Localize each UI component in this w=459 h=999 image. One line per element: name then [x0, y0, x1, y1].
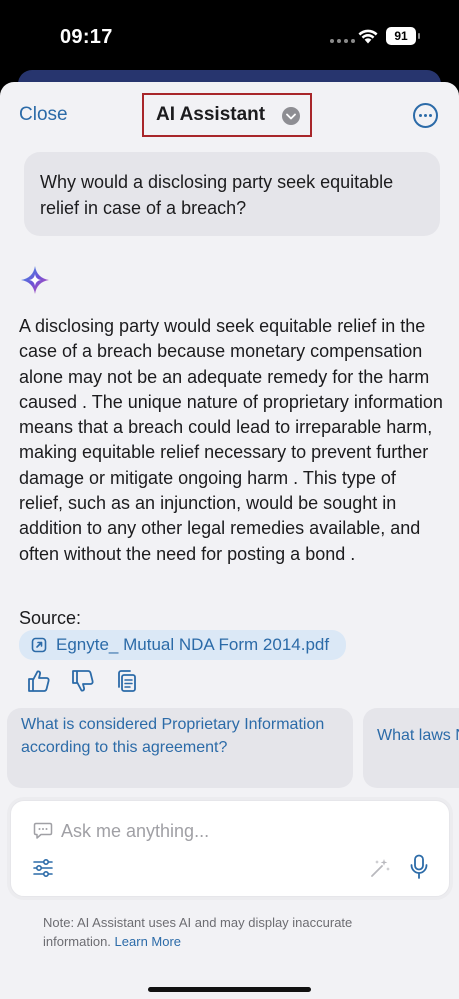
user-message: Why would a disclosing party seek equita… — [24, 152, 440, 236]
learn-more-link[interactable]: Learn More — [115, 934, 181, 949]
copy-icon[interactable] — [114, 668, 140, 694]
more-options-button[interactable] — [413, 103, 438, 128]
battery-indicator: 91 — [386, 27, 420, 45]
source-file-name: Egnyte_ Mutual NDA Form 2014.pdf — [56, 635, 330, 654]
magic-wand-icon[interactable] — [369, 857, 391, 879]
chevron-down-icon — [282, 107, 300, 125]
more-dot — [419, 114, 422, 117]
feedback-actions — [26, 668, 140, 694]
ai-sparkle-icon — [21, 266, 49, 294]
suggestion-chip[interactable]: What is considered Proprietary Informati… — [7, 708, 353, 788]
disclaimer-note: Note: AI Assistant uses AI and may displ… — [43, 914, 423, 951]
sliders-icon[interactable] — [33, 858, 53, 878]
assistant-sheet: Close AI Assistant Why would a disclosin… — [0, 82, 459, 999]
signal-dots-icon — [330, 39, 355, 43]
more-dot — [424, 114, 427, 117]
thumbs-up-icon[interactable] — [26, 668, 52, 694]
source-label: Source: — [19, 608, 82, 628]
microphone-icon[interactable] — [409, 854, 429, 880]
chat-input-box — [10, 800, 450, 897]
status-time: 09:17 — [60, 26, 113, 48]
page-title: AI Assistant — [156, 104, 266, 125]
external-link-icon — [31, 637, 47, 653]
chat-bubble-icon — [33, 822, 53, 839]
status-bar: 09:17 91 — [0, 0, 459, 70]
title-dropdown[interactable]: AI Assistant — [142, 93, 312, 137]
header: Close AI Assistant — [0, 82, 459, 148]
ask-input[interactable] — [61, 817, 421, 845]
thumbs-down-icon[interactable] — [70, 668, 96, 694]
suggestion-chip[interactable]: What laws Nondisclos — [363, 708, 459, 788]
wifi-icon — [358, 29, 378, 44]
more-dot — [429, 114, 432, 117]
close-button[interactable]: Close — [19, 104, 68, 126]
ai-response: A disclosing party would seek equitable … — [19, 316, 443, 564]
disclaimer-text: Note: AI Assistant uses AI and may displ… — [43, 915, 353, 949]
home-indicator[interactable] — [148, 987, 311, 992]
source-file-link[interactable]: Egnyte_ Mutual NDA Form 2014.pdf — [19, 630, 346, 660]
